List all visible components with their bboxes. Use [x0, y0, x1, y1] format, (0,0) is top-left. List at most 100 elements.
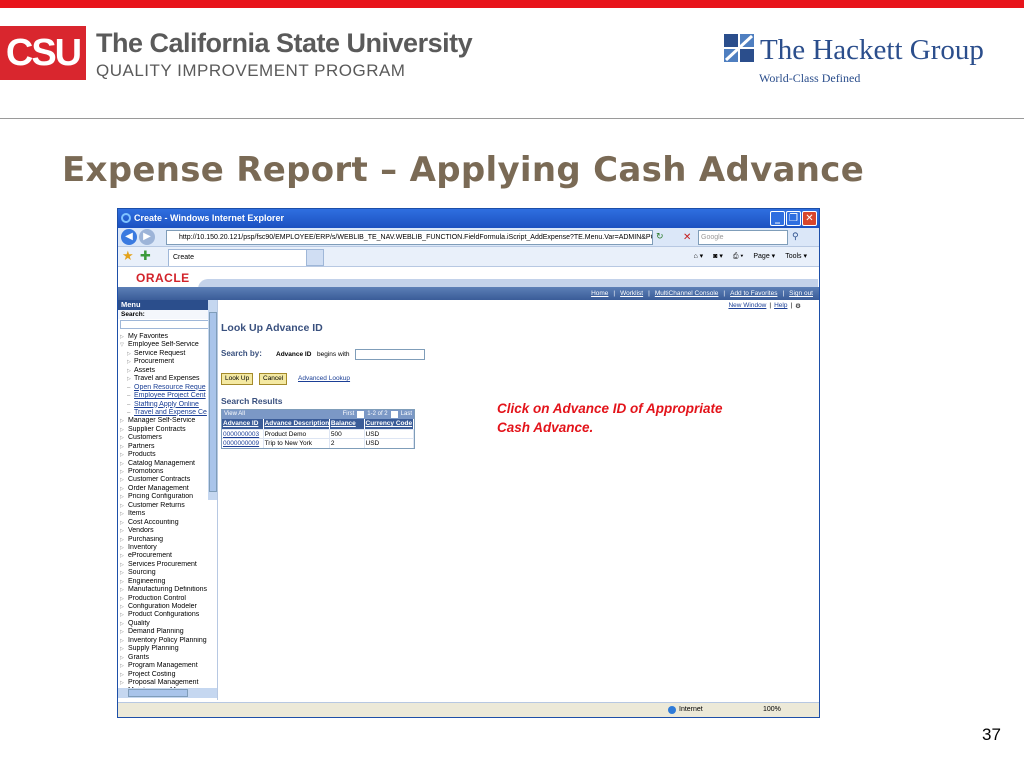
minimize-button[interactable]: _: [770, 211, 785, 226]
menu-item[interactable]: Service Request: [118, 350, 214, 358]
feeds-icon[interactable]: ◙ ▾: [713, 250, 723, 264]
home-icon[interactable]: ⌂ ▾: [694, 250, 704, 264]
advanced-lookup-link[interactable]: Advanced Lookup: [298, 375, 350, 382]
new-window-link[interactable]: New Window: [728, 302, 766, 310]
menu-item[interactable]: Configuration Modeler: [118, 603, 214, 611]
tab-create[interactable]: Create: [168, 249, 324, 266]
university-name: The California State University: [96, 28, 473, 58]
menu-item[interactable]: Engineering: [118, 578, 214, 586]
look-up-button[interactable]: Look Up: [221, 373, 254, 385]
help-link[interactable]: Help: [774, 302, 787, 310]
customize-icon[interactable]: ⚙: [795, 302, 801, 310]
menu-item[interactable]: Quality: [118, 620, 214, 628]
grid-header-row: Advance ID Advance Description Balance C…: [222, 419, 414, 429]
menu-item[interactable]: Inventory Policy Planning: [118, 637, 214, 645]
menu-item[interactable]: Grants: [118, 654, 214, 662]
menu-item[interactable]: Items: [118, 510, 214, 518]
menu-item[interactable]: Cost Accounting: [118, 519, 214, 527]
header-links: Home | Worklist | MultiChannel Console | Ad…: [591, 289, 813, 298]
view-all-link[interactable]: View All: [224, 411, 245, 417]
menu-horizontal-scrollbar[interactable]: [118, 688, 217, 698]
menu-item[interactable]: Staffing Apply Online: [118, 401, 214, 409]
menu-item[interactable]: Proposal Management: [118, 679, 214, 687]
menu-item[interactable]: Production Control: [118, 595, 214, 603]
menu-item[interactable]: Partners: [118, 443, 214, 451]
menu-item[interactable]: Catalog Management: [118, 460, 214, 468]
menu-item[interactable]: Sourcing: [118, 569, 214, 577]
multichannel-link[interactable]: MultiChannel Console: [655, 289, 719, 298]
stop-icon[interactable]: ✕: [683, 230, 691, 245]
menu-item[interactable]: eProcurement: [118, 552, 214, 560]
maximize-button[interactable]: ❐: [786, 211, 801, 226]
menu-item[interactable]: Open Resource Reque: [118, 384, 214, 392]
col-advance-description[interactable]: Advance Description: [264, 419, 330, 429]
menu-item[interactable]: My Favorites: [118, 333, 214, 341]
close-button[interactable]: ✕: [802, 211, 817, 226]
menu-item[interactable]: Manufacturing Definitions: [118, 586, 214, 594]
add-favorites-link[interactable]: Add to Favorites: [730, 289, 777, 298]
window-titlebar: Create - Windows Internet Explorer _ ❐ ✕: [118, 209, 819, 228]
tools-menu[interactable]: Tools ▾: [785, 250, 807, 264]
first-link[interactable]: First: [343, 410, 355, 419]
home-link[interactable]: Home: [591, 289, 608, 298]
menu-vertical-scrollbar[interactable]: [208, 300, 217, 500]
advance-id-link[interactable]: 0000000003: [222, 429, 264, 438]
menu-item[interactable]: Inventory: [118, 544, 214, 552]
menu-item[interactable]: Program Management: [118, 662, 214, 670]
menu-item[interactable]: Vendors: [118, 527, 214, 535]
menu-item[interactable]: Travel and Expense Ce: [118, 409, 214, 417]
program-name: QUALITY IMPROVEMENT PROGRAM: [96, 61, 406, 80]
menu-item[interactable]: Assets: [118, 367, 214, 375]
new-tab-button[interactable]: [306, 249, 324, 266]
forward-icon[interactable]: ▶: [139, 229, 155, 245]
menu-item[interactable]: Customers: [118, 434, 214, 442]
sign-out-link[interactable]: Sign out: [789, 289, 813, 298]
print-icon[interactable]: ⎙ ▾: [733, 250, 744, 264]
search-operator: begins with: [317, 351, 350, 358]
menu-item[interactable]: Customer Returns: [118, 502, 214, 510]
worklist-link[interactable]: Worklist: [620, 289, 643, 298]
menu-item[interactable]: Products: [118, 451, 214, 459]
advance-id-input[interactable]: [355, 349, 425, 360]
menu-item[interactable]: Promotions: [118, 468, 214, 476]
menu-item[interactable]: Demand Planning: [118, 628, 214, 636]
instruction-callout: Click on Advance ID of Appropriate Cash …: [497, 401, 723, 435]
favorites-star-icon[interactable]: ★: [122, 249, 134, 265]
refresh-icon[interactable]: ↻: [656, 230, 664, 245]
menu-item[interactable]: Purchasing: [118, 536, 214, 544]
slide-top-bar: [0, 0, 1024, 8]
menu-item[interactable]: Manager Self-Service: [118, 417, 214, 425]
page-menu[interactable]: Page ▾: [753, 250, 775, 264]
col-currency-code[interactable]: Currency Code: [365, 419, 414, 429]
next-icon[interactable]: [390, 411, 398, 418]
oracle-logo: ORACLE: [136, 271, 190, 285]
search-input[interactable]: Google: [698, 230, 788, 245]
menu-item[interactable]: Travel and Expenses: [118, 375, 214, 383]
menu-item[interactable]: Supplier Contracts: [118, 426, 214, 434]
table-row: 0000000003 Product Demo 500 USD: [222, 428, 414, 438]
menu-search-input[interactable]: [120, 320, 215, 329]
menu-item[interactable]: Project Costing: [118, 671, 214, 679]
last-link[interactable]: Last: [401, 410, 412, 419]
cancel-button[interactable]: Cancel: [259, 373, 288, 385]
col-advance-id[interactable]: Advance ID: [222, 419, 264, 429]
address-bar: ◀ ▶ http://10.150.20.121/psp/fsc90/EMPLO…: [118, 228, 819, 247]
menu-item[interactable]: Services Procurement: [118, 561, 214, 569]
url-field[interactable]: http://10.150.20.121/psp/fsc90/EMPLOYEE/…: [166, 230, 653, 245]
back-icon[interactable]: ◀: [121, 229, 137, 245]
menu-item[interactable]: Employee Project Cent: [118, 392, 214, 400]
search-icon[interactable]: ⚲: [792, 230, 799, 245]
menu-item[interactable]: Customer Contracts: [118, 476, 214, 484]
menu-item[interactable]: Product Configurations: [118, 611, 214, 619]
menu-item[interactable]: Procurement: [118, 358, 214, 366]
menu-item[interactable]: Pricing Configuration: [118, 493, 214, 501]
menu-item[interactable]: Supply Planning: [118, 645, 214, 653]
menu-item[interactable]: Order Management: [118, 485, 214, 493]
previous-icon[interactable]: [357, 411, 365, 418]
zoom-level[interactable]: 100%: [763, 703, 781, 717]
menu-item[interactable]: Employee Self-Service: [118, 341, 214, 349]
slide-title: Expense Report – Applying Cash Advance: [62, 150, 865, 190]
add-favorite-icon[interactable]: ✚: [140, 249, 151, 265]
advance-id-link[interactable]: 0000000009: [222, 439, 264, 448]
col-balance[interactable]: Balance: [330, 419, 365, 429]
